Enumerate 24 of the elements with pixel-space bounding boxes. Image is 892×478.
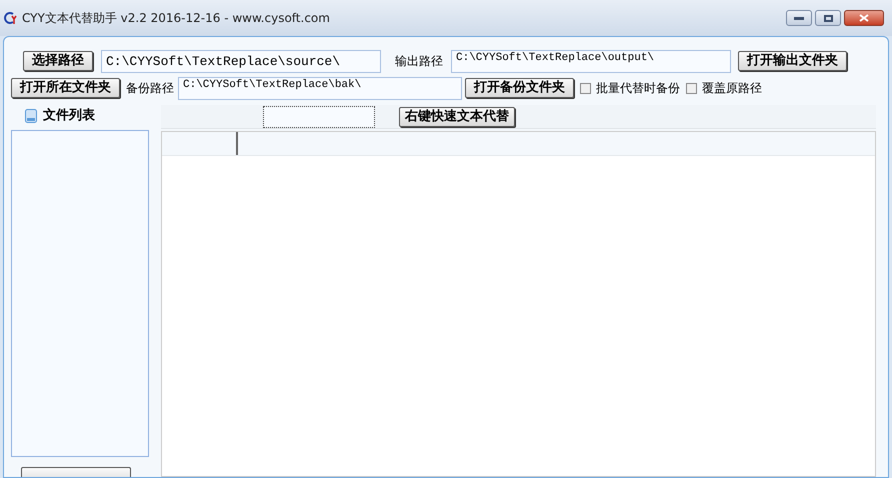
minimize-button[interactable] (786, 10, 812, 26)
checkbox-label: 批量代替时备份 (596, 80, 680, 97)
backup-path-label: 备份路径 (126, 80, 174, 97)
app-logo-icon (4, 11, 18, 25)
maximize-button[interactable] (815, 10, 841, 26)
open-output-folder-button[interactable]: 打开输出文件夹 (738, 51, 847, 71)
open-backup-folder-button[interactable]: 打开备份文件夹 (465, 78, 574, 98)
checkbox[interactable] (580, 82, 591, 94)
close-button[interactable] (844, 10, 884, 26)
quick-replace-button[interactable]: 右键快速文本代替 (399, 106, 515, 126)
close-icon (859, 14, 869, 22)
window-title: CYY文本代替助手 v2.2 2016-12-16 - www.cysoft.com (22, 10, 330, 27)
choose-path-button[interactable]: 选择路径 (23, 51, 93, 71)
checkbox-label: 覆盖原路径 (702, 80, 762, 97)
open-folder-button[interactable]: 打开所在文件夹 (11, 78, 120, 98)
output-path-label: 输出路径 (395, 53, 443, 70)
bottom-button[interactable] (21, 467, 131, 477)
path-field[interactable]: C:\CYYSoft\TextReplace\source\ (101, 50, 381, 72)
text-field[interactable] (263, 106, 375, 128)
path-field[interactable]: C:\CYYSoft\TextReplace\bak\ (178, 76, 462, 100)
path-field[interactable]: C:\CYYSoft\TextReplace\output\ (451, 50, 731, 72)
document-icon (25, 108, 37, 123)
checkbox[interactable] (686, 82, 697, 94)
file-list-title: 文件列表 (43, 106, 95, 126)
